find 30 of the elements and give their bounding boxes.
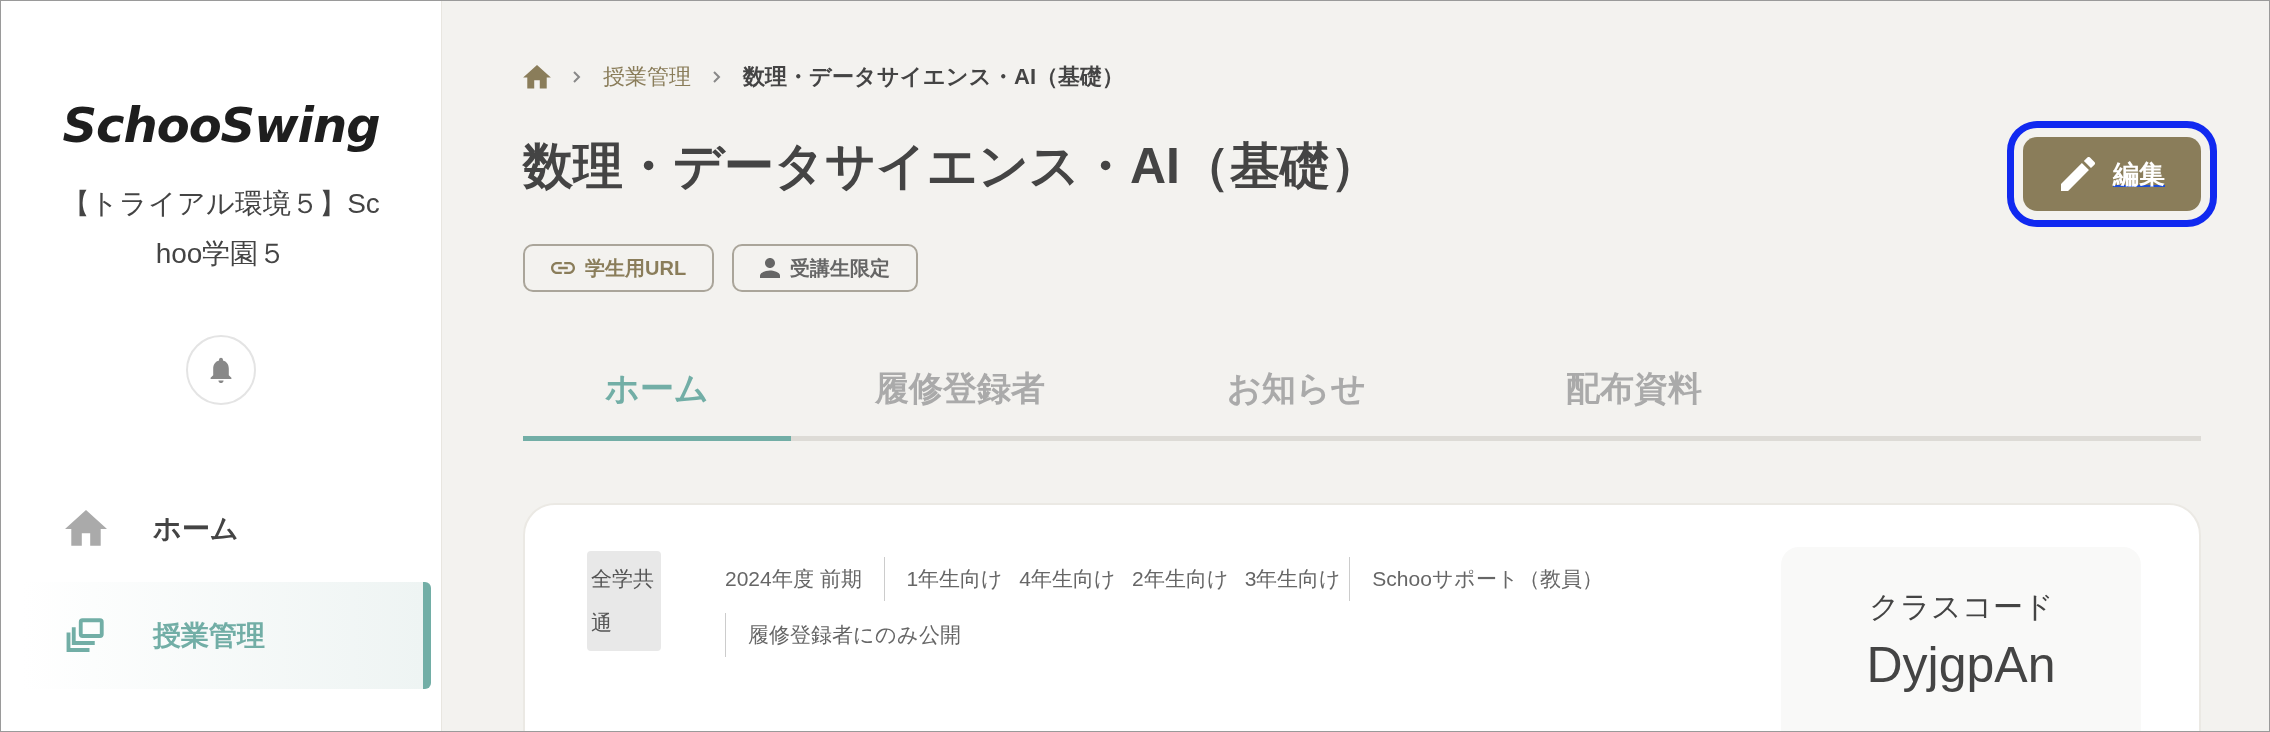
breadcrumb-link[interactable]: 授業管理 <box>603 62 691 92</box>
term-text: 2024年度 前期 <box>725 566 863 592</box>
nav-item[interactable]: ホーム <box>23 475 431 582</box>
pencil-icon <box>2061 157 2095 191</box>
category-tag: 全学共通 <box>587 551 661 651</box>
chevron-icon <box>713 71 721 83</box>
organization-name: 【トライアル環境５】Schoo学園５ <box>62 187 380 271</box>
instructor-text: Schooサポート（教員） <box>1349 557 1625 601</box>
tag-button[interactable]: 学生用URL <box>523 244 715 292</box>
breadcrumb-current: 数理・データサイエンス・AI（基礎） <box>743 63 1124 91</box>
home-icon[interactable] <box>523 64 551 90</box>
tab[interactable]: 配布資料 <box>1465 344 1802 441</box>
bell-icon <box>210 357 232 383</box>
grade-text: 2年生向け <box>1130 566 1230 592</box>
tag-button[interactable]: 受講生限定 <box>732 244 919 292</box>
tab[interactable]: 履修登録者 <box>791 344 1128 441</box>
page-title: 数理・データサイエンス・AI（基礎） <box>523 137 1380 196</box>
home-icon[interactable] <box>65 509 107 548</box>
grade-text: 3年生向け <box>1243 566 1343 592</box>
grade-text: 1年生向け <box>883 557 1012 601</box>
link-icon <box>551 262 575 274</box>
chevron-icon <box>573 71 581 83</box>
person-icon <box>760 258 781 278</box>
logo: SchooSwing <box>62 97 380 153</box>
class-code-label: クラスコード <box>1868 589 2054 625</box>
grade-text: 4年生向け <box>1018 566 1117 592</box>
tab[interactable]: お知らせ <box>1128 344 1465 441</box>
visibility-text: 履修登録者にのみ公開 <box>725 613 983 657</box>
tab[interactable]: ホーム <box>523 344 791 441</box>
class-code-value: DyjgpAn <box>1866 636 2056 694</box>
